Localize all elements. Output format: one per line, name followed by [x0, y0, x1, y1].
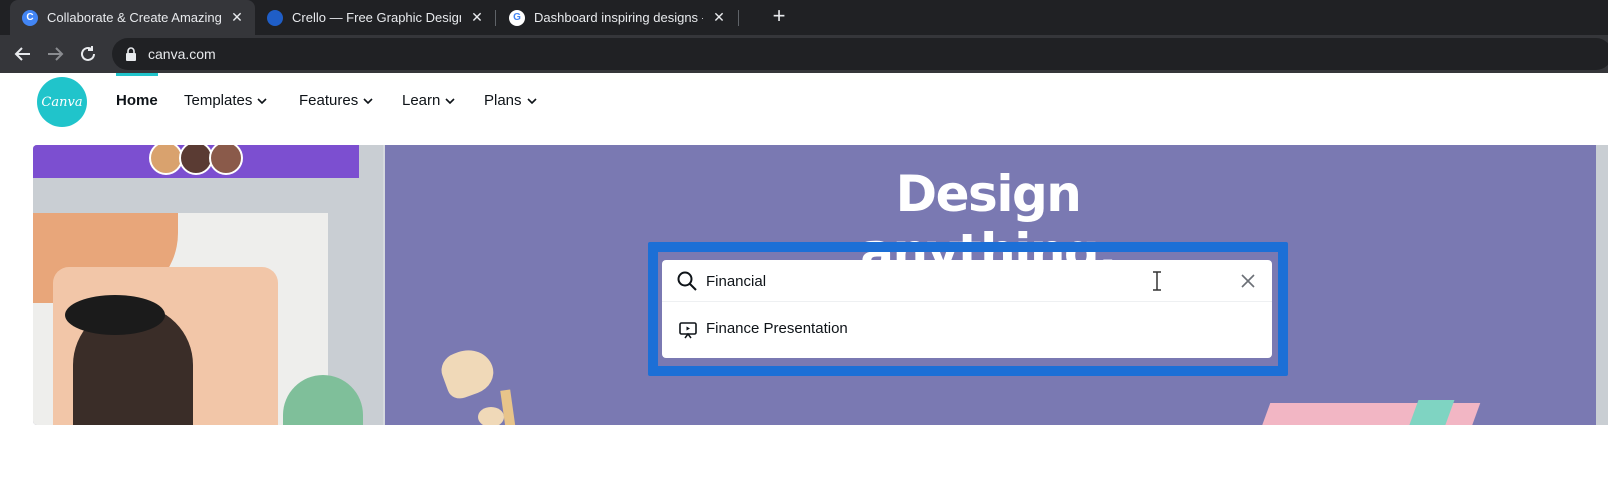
browser-toolbar: canva.com — [0, 35, 1608, 73]
hero-banner: Design anything. Finance Presentation — [33, 145, 1608, 425]
tab-title: Crello — Free Graphic Design So — [292, 10, 461, 25]
nav-item-label: Home — [116, 92, 158, 109]
google-favicon-icon: G — [509, 9, 525, 26]
new-tab-button[interactable]: + — [768, 5, 790, 28]
suggestion-label: Finance Presentation — [706, 320, 848, 337]
arrow-right-icon — [48, 47, 64, 61]
crello-favicon-icon — [267, 9, 283, 26]
nav-item-features[interactable]: Features — [299, 92, 373, 109]
hat-graphic — [65, 295, 165, 335]
hero-illustration — [33, 145, 383, 425]
avatar — [209, 145, 243, 175]
tab-separator — [495, 10, 496, 26]
nav-item-label: Templates — [184, 92, 253, 109]
close-tab-icon[interactable]: ✕ — [711, 9, 727, 26]
pencil-shaving-graphic — [478, 407, 504, 425]
search-box: Finance Presentation — [662, 260, 1272, 358]
clear-search-icon[interactable] — [1239, 272, 1257, 290]
text-cursor-icon — [1153, 271, 1161, 291]
nav-item-home[interactable]: Home — [116, 92, 158, 109]
search-icon — [677, 271, 697, 291]
tab-title: Dashboard inspiring designs - G — [534, 10, 703, 25]
nav-item-plans[interactable]: Plans — [484, 92, 537, 109]
browser-tab-crello[interactable]: Crello — Free Graphic Design So ✕ — [255, 0, 495, 35]
search-input[interactable] — [706, 268, 1146, 294]
search-row — [662, 260, 1272, 302]
address-bar[interactable]: canva.com — [112, 38, 1608, 70]
arrow-left-icon — [14, 47, 30, 61]
avatar — [179, 145, 213, 175]
browser-tab-canva[interactable]: C Collaborate & Create Amazing G ✕ — [10, 0, 255, 35]
tab-title: Collaborate & Create Amazing G — [47, 10, 221, 25]
nav-item-label: Features — [299, 92, 359, 109]
collaborator-avatars — [149, 145, 243, 175]
reload-icon — [81, 46, 95, 61]
chevron-down-icon — [257, 97, 267, 104]
active-nav-indicator — [116, 73, 158, 76]
back-button[interactable] — [12, 43, 34, 65]
tab-separator — [738, 10, 739, 26]
chevron-down-icon — [445, 97, 455, 104]
close-tab-icon[interactable]: ✕ — [229, 9, 245, 26]
canva-favicon-icon: C — [22, 9, 38, 26]
nav-item-label: Plans — [484, 92, 522, 109]
canva-page: Canva Home Templates Features Learn Plan… — [0, 73, 1608, 491]
nav-item-label: Learn — [402, 92, 441, 109]
chevron-down-icon — [526, 97, 537, 104]
hero-edge — [1596, 145, 1608, 425]
canva-logo[interactable]: Canva — [37, 77, 87, 127]
pencil-shaving-graphic — [436, 342, 500, 403]
lock-icon — [126, 47, 136, 61]
browser-tab-strip: C Collaborate & Create Amazing G ✕ Crell… — [0, 0, 1608, 35]
forward-button[interactable] — [44, 43, 66, 65]
browser-tab-google[interactable]: G Dashboard inspiring designs - G ✕ — [497, 0, 737, 35]
presentation-icon — [679, 322, 697, 339]
top-navigation: Canva Home Templates Features Learn Plan… — [0, 73, 1608, 131]
hero-divider — [383, 145, 385, 425]
nav-item-learn[interactable]: Learn — [402, 92, 455, 109]
address-url: canva.com — [148, 46, 216, 62]
search-suggestion-item[interactable]: Finance Presentation — [662, 308, 1272, 352]
chevron-down-icon — [363, 97, 373, 104]
avatar — [149, 145, 183, 175]
nav-item-templates[interactable]: Templates — [184, 92, 267, 109]
reload-button[interactable] — [77, 43, 99, 65]
close-tab-icon[interactable]: ✕ — [469, 9, 485, 26]
